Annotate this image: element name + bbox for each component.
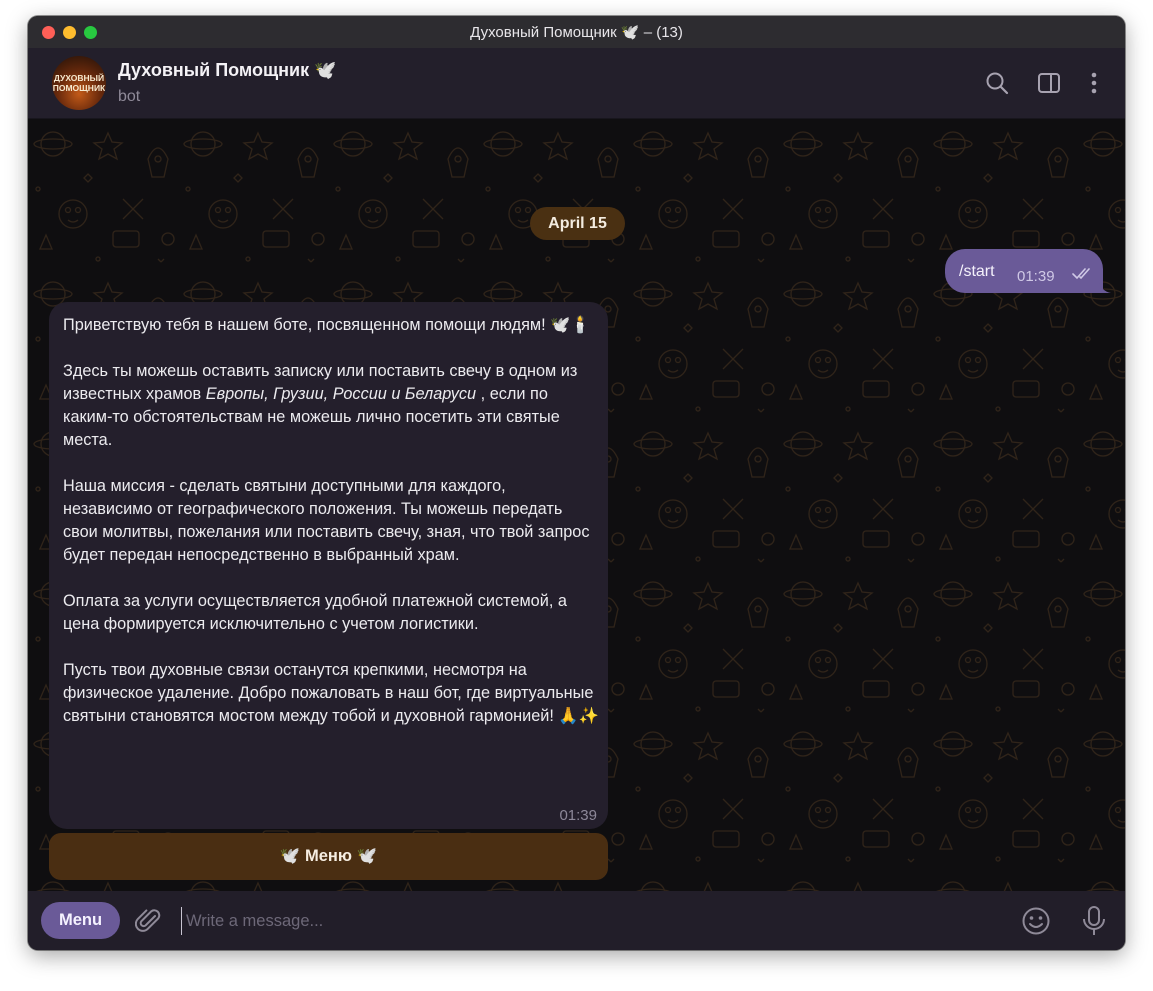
chat-header[interactable]: ДУХОВНЫЙ ПОМОЩНИК Духовный Помощник 🕊️ b… (28, 48, 1125, 119)
window-title: Духовный Помощник 🕊️ – (13) (470, 24, 683, 41)
message-list[interactable]: April 15 /start 01:39 Приветствую тебя в… (28, 119, 1125, 891)
message-input[interactable] (181, 907, 988, 935)
incoming-message[interactable]: Приветствую тебя в нашем боте, посвященн… (49, 302, 608, 829)
outgoing-message-time: 01:39 (1017, 268, 1055, 285)
paperclip-icon[interactable] (135, 907, 163, 935)
incoming-message-text[interactable]: Приветствую тебя в нашем боте, посвященн… (63, 314, 599, 728)
message-paragraph: Приветствую тебя в нашем боте, посвященн… (63, 316, 591, 334)
title-bar: Духовный Помощник 🕊️ – (13) (28, 16, 1125, 48)
telegram-window: Духовный Помощник 🕊️ – (13) ДУХОВНЫЙ ПОМ… (28, 16, 1125, 950)
emoji-icon[interactable] (1021, 906, 1051, 936)
outgoing-bubble-tail (1098, 278, 1111, 293)
microphone-icon[interactable] (1081, 905, 1107, 937)
message-italic-text: Европы, Грузии, России и Беларуси (205, 385, 477, 403)
close-window-button[interactable] (42, 26, 55, 39)
window-controls (42, 26, 97, 39)
search-icon[interactable] (984, 70, 1010, 96)
message-paragraph: Пусть твои духовные связи останутся креп… (63, 661, 599, 725)
more-vertical-icon[interactable] (1081, 70, 1107, 96)
minimize-window-button[interactable] (63, 26, 76, 39)
inline-menu-button[interactable]: 🕊️ Меню 🕊️ (49, 833, 608, 880)
bot-menu-button[interactable]: Menu (41, 902, 120, 939)
sidebar-toggle-icon[interactable] (1036, 70, 1062, 96)
avatar-text-line2: ПОМОЩНИК (52, 83, 106, 93)
chat-status: bot (118, 88, 141, 105)
message-paragraph: Здесь ты можешь оставить записку или пос… (63, 360, 599, 452)
outgoing-message[interactable]: /start 01:39 (945, 249, 1103, 293)
message-composer: Menu (28, 891, 1125, 950)
outgoing-message-text[interactable]: /start (959, 263, 995, 281)
maximize-window-button[interactable] (84, 26, 97, 39)
avatar[interactable]: ДУХОВНЫЙ ПОМОЩНИК (52, 56, 106, 110)
double-check-icon (1072, 268, 1090, 280)
message-paragraph: Наша миссия - сделать святыни доступными… (63, 477, 590, 564)
incoming-message-time: 01:39 (559, 807, 597, 824)
date-separator: April 15 (530, 207, 625, 240)
chat-title[interactable]: Духовный Помощник 🕊️ (118, 60, 337, 81)
avatar-text-line1: ДУХОВНЫЙ (53, 73, 105, 83)
message-paragraph: Оплата за услуги осуществляется удобной … (63, 592, 567, 633)
